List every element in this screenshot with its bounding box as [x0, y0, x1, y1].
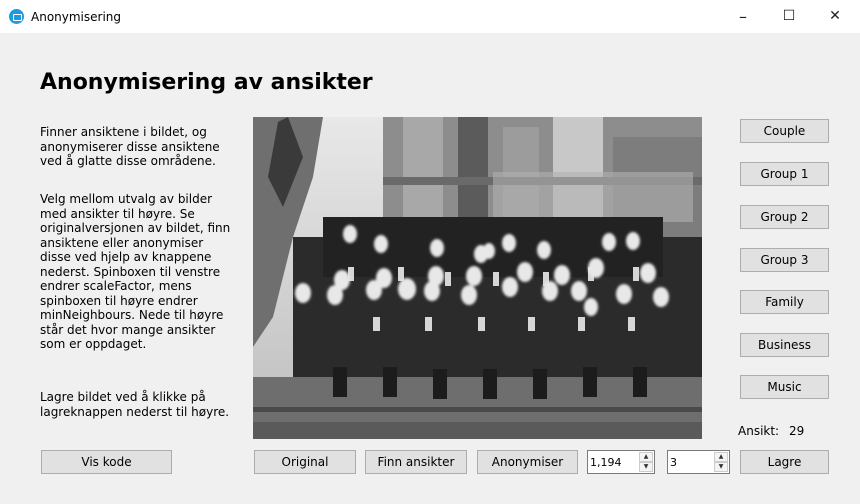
scale-factor-arrows[interactable]: ▲ ▼ — [639, 452, 653, 472]
anonymize-button[interactable]: Anonymiser — [477, 450, 578, 474]
group3-button[interactable]: Group 3 — [740, 248, 829, 272]
maximize-icon[interactable]: ☐ — [766, 0, 812, 33]
business-button[interactable]: Business — [740, 333, 829, 357]
original-button[interactable]: Original — [254, 450, 356, 474]
page-title: Anonymisering av ansikter — [40, 70, 373, 95]
title-bar: Anonymisering – ☐ ✕ — [0, 0, 860, 33]
chevron-up-icon[interactable]: ▲ — [714, 452, 728, 462]
min-neighbours-arrows[interactable]: ▲ ▼ — [714, 452, 728, 472]
description-intro: Finner ansiktene i bildet, og anonymiser… — [40, 125, 220, 168]
save-button[interactable]: Lagre — [740, 450, 829, 474]
description-save: Lagre bildet ved å klikke på lagreknappe… — [40, 390, 230, 419]
close-icon[interactable]: ✕ — [812, 0, 858, 33]
find-faces-button[interactable]: Finn ansikter — [365, 450, 467, 474]
description-usage: Velg mellom utvalg av bilder med ansikte… — [40, 192, 231, 351]
face-count-label: Ansikt: — [738, 424, 780, 438]
chevron-up-icon[interactable]: ▲ — [639, 452, 653, 462]
family-button[interactable]: Family — [740, 290, 829, 314]
face-count: Ansikt: 29 — [738, 424, 804, 438]
photo-display — [253, 117, 702, 439]
couple-button[interactable]: Couple — [740, 119, 829, 143]
chevron-down-icon[interactable]: ▼ — [639, 462, 653, 472]
min-neighbours-spinbox[interactable]: ▲ ▼ — [667, 450, 730, 474]
music-button[interactable]: Music — [740, 375, 829, 399]
minimize-icon[interactable]: – — [720, 0, 766, 33]
scale-factor-spinbox[interactable]: ▲ ▼ — [587, 450, 655, 474]
min-neighbours-input[interactable] — [670, 453, 714, 471]
app-icon — [9, 9, 24, 24]
show-code-button[interactable]: Vis kode — [41, 450, 172, 474]
group-photo-image — [253, 117, 702, 439]
scale-factor-input[interactable] — [590, 453, 634, 471]
face-count-value: 29 — [788, 424, 805, 438]
window-title: Anonymisering — [31, 10, 122, 24]
group2-button[interactable]: Group 2 — [740, 205, 829, 229]
chevron-down-icon[interactable]: ▼ — [714, 462, 728, 472]
group1-button[interactable]: Group 1 — [740, 162, 829, 186]
